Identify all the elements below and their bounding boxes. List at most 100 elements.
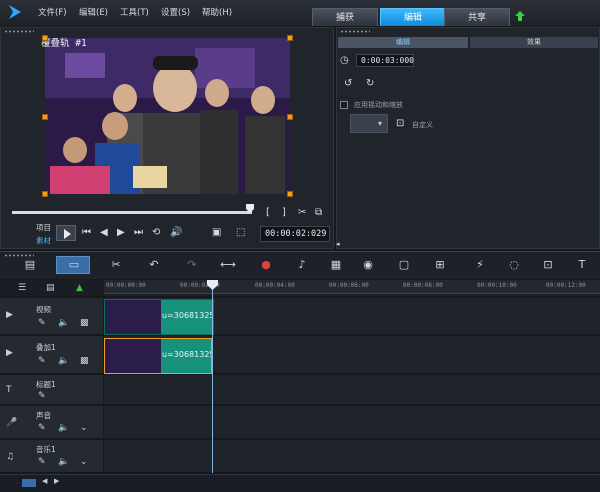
menu-tools[interactable]: 工具(T) [120, 6, 149, 18]
voice-track-icon: 🎤 [6, 418, 18, 428]
custom-label[interactable]: 自定义 [412, 120, 433, 130]
timeline-view-button[interactable]: ▭ [56, 256, 90, 274]
clock-icon: ◷ [340, 55, 349, 66]
marker-icon[interactable]: ▲ [76, 283, 83, 293]
multi-cam-icon[interactable]: ⊞ [432, 258, 448, 272]
resize-handle-bottom-left[interactable] [42, 191, 48, 197]
timecode-field[interactable]: 00:00:02:029 [260, 226, 330, 242]
rotate-right-icon[interactable]: ↻ [366, 78, 374, 89]
auto-music-icon[interactable]: ▦ [328, 258, 344, 272]
record-icon[interactable]: ● [258, 258, 274, 272]
undo-icon[interactable]: ↶ [146, 258, 162, 272]
track-body-music[interactable] [104, 440, 600, 473]
ruler-tick: 00:00:08:00 [403, 282, 443, 289]
upload-icon[interactable] [514, 10, 526, 22]
rotate-left-icon[interactable]: ↺ [344, 78, 352, 89]
storyboard-view-icon[interactable]: ▤ [22, 258, 38, 272]
edit-icon[interactable]: ✎ [38, 356, 46, 366]
scroll-left-icon[interactable]: ◀ [42, 477, 47, 485]
ruler-tick: 00:00:00:00 [106, 282, 146, 289]
tab-options-edit[interactable]: 编辑 [338, 37, 468, 48]
menu-file[interactable]: 文件(F) [38, 6, 67, 18]
tab-share[interactable]: 共享 [444, 8, 510, 26]
prev-frame-icon[interactable]: ◀ [100, 227, 108, 238]
video-preview[interactable] [45, 38, 290, 194]
snapshot-icon[interactable]: ⧉ [315, 207, 322, 218]
title-3d-icon[interactable]: T [574, 258, 590, 272]
redo-icon[interactable]: ↷ [184, 258, 200, 272]
custom-icon[interactable]: ⊡ [396, 118, 404, 129]
fit-timeline-icon[interactable]: ⟷ [220, 258, 236, 272]
mark-out-icon[interactable]: ] [282, 207, 286, 218]
video-clip[interactable]: u=3068132562 [104, 299, 214, 335]
pan-zoom-label: 应用摇动和缩放 [354, 101, 403, 109]
chapter-icon[interactable]: ▤ [46, 283, 55, 293]
track-name: 视频 [36, 305, 51, 314]
panel-collapse-icon[interactable]: ◂ [336, 240, 340, 248]
panel-grip[interactable] [4, 30, 34, 33]
app-window: 文件(F) 编辑(E) 工具(T) 设置(S) 帮助(H) 捕获 编辑 共享 覆… [0, 0, 600, 492]
volume-icon[interactable]: 🔈 [58, 457, 69, 467]
playhead-handle[interactable] [207, 280, 218, 290]
menu-edit[interactable]: 编辑(E) [79, 6, 108, 18]
aspect-icon[interactable]: ▣ [212, 227, 221, 238]
tab-edit[interactable]: 编辑 [380, 8, 446, 26]
fit-icon[interactable]: ⬚ [236, 227, 245, 238]
split-clip-icon[interactable]: ✂ [298, 207, 306, 218]
tab-capture[interactable]: 捕获 [312, 8, 378, 26]
play-button[interactable] [56, 225, 76, 241]
tools-icon[interactable]: ✂ [108, 258, 124, 272]
menu-settings[interactable]: 设置(S) [161, 6, 190, 18]
pan-zoom-checkbox[interactable] [340, 101, 348, 109]
track-body-title[interactable] [104, 375, 600, 405]
mask-icon[interactable]: ◌ [506, 258, 522, 272]
mode-clip-label[interactable]: 素材 [36, 235, 51, 246]
title-track-icon: T [6, 385, 12, 395]
chevron-down-icon[interactable]: ⌄ [80, 423, 88, 433]
timeline-playhead[interactable] [212, 281, 213, 473]
track-manager-icon[interactable]: ☰ [18, 283, 26, 293]
volume-icon[interactable]: 🔈 [58, 318, 69, 328]
edit-icon[interactable]: ✎ [38, 457, 46, 467]
volume-icon[interactable]: 🔊 [170, 227, 182, 238]
edit-icon[interactable]: ✎ [38, 318, 46, 328]
motion-track-icon[interactable]: ◉ [360, 258, 376, 272]
duration-field[interactable]: 0:00:03:000 [356, 54, 414, 67]
audio-mix-icon[interactable]: ♪ [294, 258, 310, 272]
menu-help[interactable]: 帮助(H) [202, 6, 232, 18]
scrub-knob[interactable] [246, 204, 254, 213]
speed-icon[interactable]: ⚡ [472, 258, 488, 272]
next-frame-icon[interactable]: ▶ [117, 227, 125, 238]
zoom-indicator[interactable] [22, 479, 36, 487]
chevron-down-icon[interactable]: ⌄ [80, 457, 88, 467]
track-name: 标题1 [36, 380, 56, 389]
preset-dropdown[interactable]: ▾ [350, 114, 388, 133]
volume-icon[interactable]: 🔈 [58, 423, 69, 433]
overlay-clip[interactable]: u=3068132562 [104, 338, 212, 374]
ripple-icon[interactable]: ▩ [80, 356, 89, 366]
repeat-icon[interactable]: ⟲ [152, 227, 160, 238]
options-grip[interactable] [340, 30, 370, 33]
scrub-bar[interactable] [12, 211, 252, 214]
tab-options-effect[interactable]: 效果 [470, 37, 598, 48]
home-icon[interactable]: ⏮ [82, 227, 91, 238]
volume-icon[interactable]: 🔈 [58, 356, 69, 366]
resize-handle-bottom-right[interactable] [287, 191, 293, 197]
resize-handle-top-left[interactable] [42, 35, 48, 41]
toolbar-grip[interactable] [4, 254, 34, 257]
subtitle-icon[interactable]: ▢ [396, 258, 412, 272]
edit-icon[interactable]: ✎ [38, 391, 46, 401]
resize-handle-right[interactable] [287, 114, 293, 120]
ruler-tick: 00:00:10:00 [477, 282, 517, 289]
resize-handle-left[interactable] [42, 114, 48, 120]
end-icon[interactable]: ⏭ [134, 227, 143, 238]
track-body-voice[interactable] [104, 406, 600, 439]
ripple-icon[interactable]: ▩ [80, 318, 89, 328]
preview-image [45, 38, 290, 194]
resize-handle-top-right[interactable] [287, 35, 293, 41]
scroll-right-icon[interactable]: ▶ [54, 477, 59, 485]
mark-in-icon[interactable]: [ [266, 207, 270, 218]
crop-icon[interactable]: ⊡ [540, 258, 556, 272]
edit-icon[interactable]: ✎ [38, 423, 46, 433]
mode-project-label[interactable]: 项目 [36, 222, 51, 233]
